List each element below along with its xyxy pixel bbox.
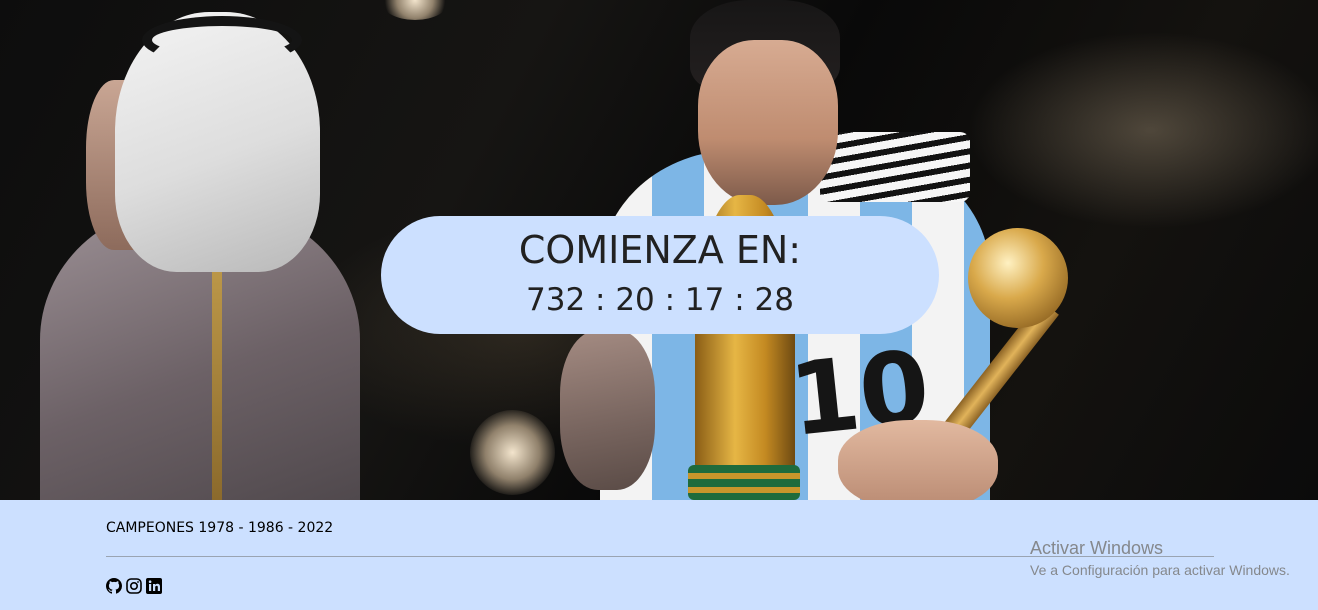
linkedin-icon[interactable]: [146, 578, 162, 594]
github-icon-graphic: [106, 578, 122, 594]
countdown-title: COMIENZA EN:: [518, 228, 802, 272]
watermark-subtitle: Ve a Configuración para activar Windows.: [1030, 562, 1290, 578]
light-glow: [380, 0, 450, 20]
golden-ball: [968, 228, 1068, 328]
windows-activation-watermark: Activar Windows Ve a Configuración para …: [1030, 537, 1290, 579]
player-head: [698, 40, 838, 205]
github-icon[interactable]: [106, 578, 122, 594]
headdress-band: [142, 16, 302, 64]
instagram-icon[interactable]: [126, 578, 142, 594]
instagram-icon-graphic: [126, 578, 142, 594]
jersey-collar: [820, 132, 970, 202]
countdown-box: COMIENZA EN: 732 : 20 : 17 : 28: [381, 216, 939, 334]
player-arm: [560, 330, 655, 490]
linkedin-icon-graphic: [146, 578, 162, 594]
footer-text: CAMPEONES 1978 - 1986 - 2022: [106, 520, 334, 536]
player-hand: [838, 420, 998, 500]
watermark-title: Activar Windows: [1030, 538, 1164, 558]
light-glow: [470, 410, 555, 495]
countdown-timer: 732 : 20 : 17 : 28: [526, 282, 794, 318]
social-links: [106, 578, 162, 595]
trophy-base: [688, 465, 800, 500]
